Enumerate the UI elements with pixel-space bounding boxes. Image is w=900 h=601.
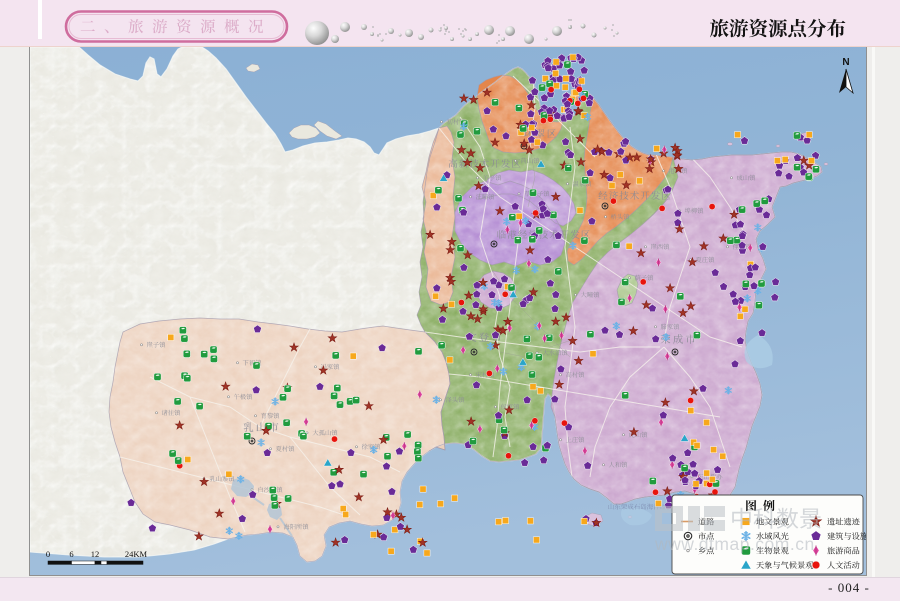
svg-text:6: 6 [69, 549, 73, 559]
svg-text:24KM: 24KM [125, 549, 148, 559]
svg-text:www.dtmap.com.cn: www.dtmap.com.cn [654, 534, 815, 554]
svg-text:0: 0 [46, 549, 50, 559]
svg-text:12: 12 [91, 549, 100, 559]
svg-text:N: N [842, 57, 849, 68]
